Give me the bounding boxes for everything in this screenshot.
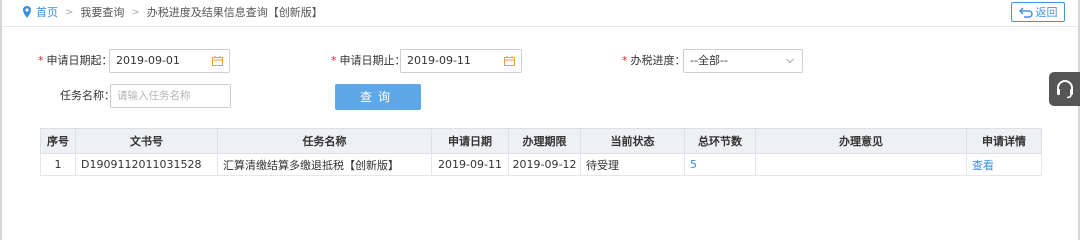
progress-select[interactable]: --全部-- <box>683 49 803 73</box>
start-date-value: 2019-09-01 <box>116 54 180 67</box>
customer-support-button[interactable] <box>1049 72 1080 106</box>
breadcrumb-separator: > <box>65 6 74 18</box>
chevron-down-icon <box>786 58 794 64</box>
column-header: 文书号 <box>75 128 218 154</box>
table-row: 1 D1909112011031528 汇算清缴结算多缴退抵税【创新版】 201… <box>40 153 1042 176</box>
start-date-field[interactable]: 2019-09-01 <box>109 49 230 73</box>
required-mark: * <box>331 54 337 67</box>
breadcrumb-current-page: 办税进度及结果信息查询【创新版】 <box>146 6 323 19</box>
row-task-name: 汇算清缴结算多缴退抵税【创新版】 <box>217 153 432 176</box>
breadcrumb-query[interactable]: 我要查询 <box>80 4 124 20</box>
header-divider <box>2 26 1078 27</box>
required-mark: * <box>622 54 628 67</box>
breadcrumb-separator: > <box>131 6 140 18</box>
end-date-field[interactable]: 2019-09-11 <box>400 49 522 73</box>
results-table: 序号 文书号 任务名称 申请日期 办理期限 当前状态 总环节数 办理意见 申请详… <box>40 128 1042 176</box>
breadcrumb-home-link[interactable]: 首页 <box>36 4 58 20</box>
row-index: 1 <box>40 153 76 176</box>
column-header: 序号 <box>40 128 76 154</box>
headset-icon <box>1056 80 1073 99</box>
row-doc-number: D1909112011031528 <box>75 153 218 176</box>
row-view-details-link[interactable]: 查看 <box>966 153 1042 176</box>
end-date-value: 2019-09-11 <box>407 54 471 67</box>
task-name-label: 任务名称： <box>60 89 115 102</box>
column-header: 当前状态 <box>580 128 685 154</box>
task-name-input[interactable]: 请输入任务名称 <box>110 84 231 108</box>
calendar-icon <box>504 56 515 66</box>
column-header: 任务名称 <box>217 128 432 154</box>
row-status: 待受理 <box>580 153 685 176</box>
progress-label: * 办税进度： <box>622 54 686 67</box>
breadcrumb: 首页 > 我要查询 > 办税进度及结果信息查询【创新版】 <box>22 4 323 20</box>
progress-select-value: --全部-- <box>690 54 728 67</box>
query-button[interactable]: 查询 <box>335 84 421 110</box>
table-header-row: 序号 文书号 任务名称 申请日期 办理期限 当前状态 总环节数 办理意见 申请详… <box>40 128 1042 154</box>
back-button-label: 返回 <box>1035 6 1058 19</box>
column-header: 申请日期 <box>431 128 509 154</box>
row-apply-date: 2019-09-11 <box>431 153 509 176</box>
column-header: 总环节数 <box>684 128 756 154</box>
column-header: 办理意见 <box>755 128 967 154</box>
row-deadline: 2019-09-12 <box>508 153 581 176</box>
back-button[interactable]: 返回 <box>1011 2 1065 22</box>
left-frame-border <box>0 0 2 240</box>
column-header: 办理期限 <box>508 128 581 154</box>
start-date-label: * 申请日期起： <box>38 54 113 67</box>
row-opinion <box>755 153 967 176</box>
end-date-label: * 申请日期止： <box>331 54 406 67</box>
row-total-steps-link[interactable]: 5 <box>684 153 756 176</box>
calendar-icon <box>212 56 223 66</box>
return-arrow-icon <box>1018 6 1033 18</box>
column-header: 申请详情 <box>966 128 1042 154</box>
location-pin-icon <box>23 6 31 18</box>
required-mark: * <box>38 54 44 67</box>
